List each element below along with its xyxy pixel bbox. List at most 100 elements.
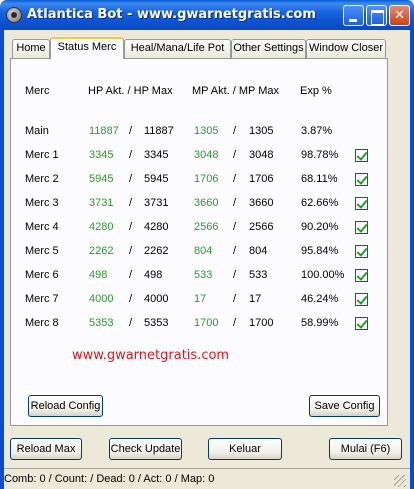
tab-other-settings[interactable]: Other Settings [231,39,306,58]
merc-checkbox[interactable] [355,245,368,258]
website-link[interactable]: www.gwarnetgratis.com [72,348,229,363]
hp-separator: / [129,149,133,161]
merc-name: Merc 7 [25,293,59,305]
mp-separator: / [233,269,237,281]
mp-current: 1706 [194,173,219,185]
merc-checkbox[interactable] [355,221,368,234]
hp-separator: / [129,173,133,185]
mp-separator: / [233,149,237,161]
tab-heal-mana-life-pot[interactable]: Heal/Mana/Life Pot [124,39,231,58]
hp-max: 3731 [144,197,169,209]
hp-max: 4000 [144,293,169,305]
save-config-button[interactable]: Save Config [309,395,380,417]
minimize-button[interactable] [343,5,364,26]
hp-separator: / [129,221,133,233]
hp-current: 2262 [89,245,114,257]
mp-max: 2566 [249,221,274,233]
mp-current: 804 [194,245,213,257]
mp-max: 1700 [249,317,274,329]
hp-max: 4280 [144,221,169,233]
hp-separator: / [129,269,133,281]
exp-percent: 3.87% [301,125,333,137]
reload-max-button[interactable]: Reload Max [10,438,82,460]
tab-status-merc[interactable]: Status Merc [50,37,124,59]
exp-percent: 95.84% [301,245,339,257]
mp-max: 17 [249,293,262,305]
hp-separator: / [129,245,133,257]
mp-max: 3660 [249,197,274,209]
app-icon[interactable] [6,7,22,23]
window-title: Atlantica Bot - www.gwarnetgratis.com [27,7,316,22]
mp-max: 1706 [249,173,274,185]
mp-separator: / [233,125,237,137]
mp-current: 2566 [194,221,219,233]
exp-percent: 98.78% [301,149,339,161]
mp-current: 17 [194,293,207,305]
mp-current: 3660 [194,197,219,209]
exp-percent: 68.11% [301,173,338,185]
merc-name: Merc 8 [25,317,59,329]
hp-current: 3345 [89,149,114,161]
merc-name: Merc 5 [25,245,59,257]
mp-current: 533 [194,269,213,281]
check-update-button[interactable]: Check Update [109,438,182,460]
hp-separator: / [129,293,133,305]
hp-separator: / [129,197,133,209]
hp-max: 5353 [144,317,169,329]
reload-config-button[interactable]: Reload Config [28,395,103,417]
hp-max: 3345 [144,149,169,161]
hp-current: 4000 [89,293,114,305]
header-exp: Exp % [300,85,332,97]
mp-current: 3048 [194,149,219,161]
status-text: Comb: 0 / Count: / Dead: 0 / Act: 0 / Ma… [4,473,215,485]
hp-max: 11887 [144,125,174,137]
resize-grip[interactable] [394,475,406,487]
merc-name: Merc 3 [25,197,59,209]
keluar-button[interactable]: Keluar [208,438,282,460]
tab-window-closer[interactable]: Window Closer [306,39,386,58]
mp-max: 3048 [249,149,274,161]
status-bar: Comb: 0 / Count: / Dead: 0 / Act: 0 / Ma… [4,468,410,489]
status-merc-panel: Merc HP Akt. / HP Max MP Akt. / MP Max E… [10,58,388,426]
exp-percent: 58.99% [301,317,339,329]
maximize-button[interactable] [366,5,387,26]
merc-checkbox[interactable] [355,269,368,282]
merc-checkbox[interactable] [355,149,368,162]
mp-separator: / [233,245,237,257]
mp-current: 1700 [194,317,219,329]
merc-name: Merc 1 [25,149,59,161]
header-mp: MP Akt. / MP Max [192,85,280,97]
mp-separator: / [233,293,237,305]
exp-percent: 46.24% [301,293,339,305]
mulai-button[interactable]: Mulai (F6) [329,438,402,460]
hp-current: 4280 [89,221,114,233]
merc-name: Merc 4 [25,221,59,233]
merc-checkbox[interactable] [355,293,368,306]
hp-max: 5945 [144,173,169,185]
merc-name: Merc 2 [25,173,59,185]
merc-name: Main [25,125,49,137]
title-bar[interactable]: Atlantica Bot - www.gwarnetgratis.com ✕ [0,0,414,30]
header-merc: Merc [25,85,50,97]
header-hp: HP Akt. / HP Max [88,85,173,97]
hp-separator: / [129,125,133,137]
hp-separator: / [129,317,133,329]
hp-current: 3731 [89,197,114,209]
exp-percent: 100.00% [301,269,345,281]
merc-checkbox[interactable] [355,317,368,330]
exp-percent: 90.20% [301,221,339,233]
tab-home[interactable]: Home [12,39,50,58]
mp-max: 1305 [249,125,274,137]
hp-current: 11887 [89,125,119,137]
close-button[interactable]: ✕ [389,5,410,26]
mp-max: 804 [249,245,268,257]
exp-percent: 62.66% [301,197,339,209]
mp-max: 533 [249,269,268,281]
mp-current: 1305 [194,125,219,137]
window-frame-right [410,30,414,489]
hp-max: 2262 [144,245,169,257]
merc-checkbox[interactable] [355,197,368,210]
merc-checkbox[interactable] [355,173,368,186]
hp-max: 498 [144,269,163,281]
merc-name: Merc 6 [25,269,59,281]
